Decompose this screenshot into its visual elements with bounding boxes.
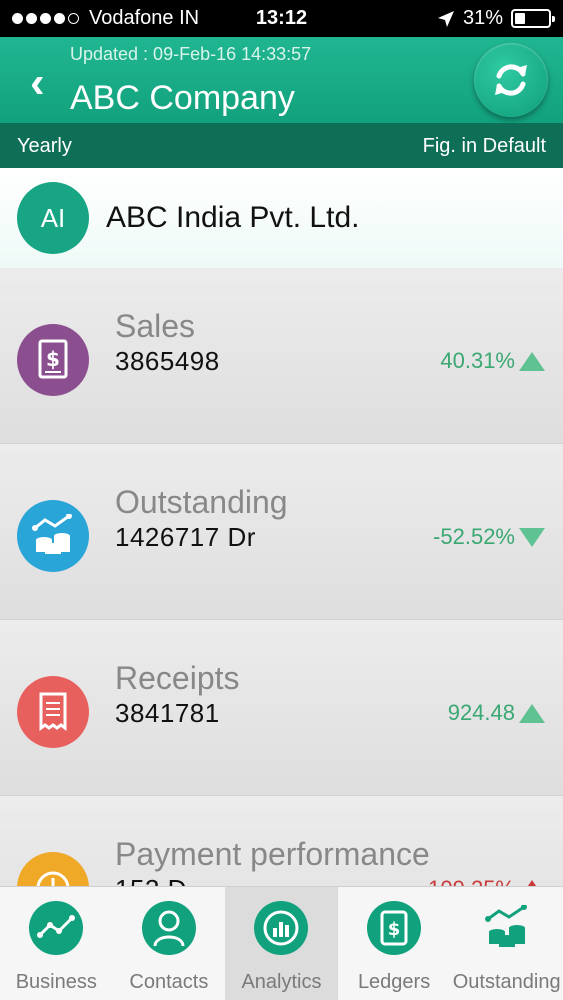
tab-label: Analytics xyxy=(241,971,322,993)
page-title: ABC Company xyxy=(70,79,295,117)
receipt-icon xyxy=(17,676,89,748)
metric-change: 40.31% xyxy=(440,348,545,374)
company-card[interactable]: AI ABC India Pvt. Ltd. xyxy=(0,168,563,268)
tab-label: Contacts xyxy=(129,971,209,993)
metric-label: Outstanding xyxy=(115,484,288,520)
ledger-dollar-icon: $ xyxy=(367,901,422,955)
refresh-button[interactable] xyxy=(474,43,548,117)
metric-label: Payment performance xyxy=(115,836,430,872)
svg-text:$: $ xyxy=(388,919,401,940)
metric-label: Receipts xyxy=(115,660,240,696)
location-arrow-icon xyxy=(437,10,454,27)
status-right: 31% xyxy=(437,7,555,30)
person-icon xyxy=(141,901,196,955)
chevron-left-icon[interactable]: ‹ xyxy=(30,61,45,105)
updated-timestamp: Updated : 09-Feb-16 14:33:57 xyxy=(70,44,312,64)
tab-label: Business xyxy=(15,971,97,993)
tab-business[interactable]: Business xyxy=(0,887,113,1000)
refresh-icon xyxy=(495,64,527,96)
trend-up-icon xyxy=(519,703,545,723)
tab-bar: Business Contacts Analytics $ Ledgers Ou… xyxy=(0,886,563,1000)
coins-stack-icon xyxy=(17,500,89,572)
tab-outstanding[interactable]: Outstanding xyxy=(450,887,563,1000)
metric-row-sales[interactable]: $ Sales 3865498 40.31% xyxy=(0,268,563,444)
battery-percent: 31% xyxy=(462,7,503,29)
metric-change: 924.48 xyxy=(448,700,545,726)
tab-analytics[interactable]: Analytics xyxy=(225,887,338,1000)
tab-label: Outstanding xyxy=(452,971,561,993)
battery-icon xyxy=(511,9,555,28)
change-value: 924.48 xyxy=(447,700,515,725)
metric-value: 3841781 xyxy=(115,698,220,728)
metric-value: 3865498 xyxy=(115,346,220,376)
svg-text:$: $ xyxy=(46,347,60,371)
bar-chart-icon xyxy=(254,901,309,955)
company-name: ABC India Pvt. Ltd. xyxy=(106,201,360,234)
tab-label: Ledgers xyxy=(357,971,431,993)
metric-change: -52.52% xyxy=(433,524,545,550)
trend-down-icon xyxy=(519,527,545,547)
metric-label: Sales xyxy=(115,308,196,344)
period-selector[interactable]: Yearly xyxy=(17,135,72,158)
screen: Vodafone IN 13:12 31% ‹ Updated : 09-Feb… xyxy=(0,0,563,1000)
tab-ledgers[interactable]: $ Ledgers xyxy=(338,887,451,1000)
metric-value: 1426717 Dr xyxy=(115,522,256,552)
figures-unit[interactable]: Fig. in Default xyxy=(423,135,546,158)
change-value: 40.31% xyxy=(440,348,515,373)
tab-contacts[interactable]: Contacts xyxy=(113,887,226,1000)
change-value: -52.52% xyxy=(433,524,515,549)
metric-row-receipts[interactable]: Receipts 3841781 924.48 xyxy=(0,620,563,796)
metric-row-outstanding[interactable]: Outstanding 1426717 Dr -52.52% xyxy=(0,444,563,620)
header: ‹ Updated : 09-Feb-16 14:33:57 ABC Compa… xyxy=(0,37,563,123)
line-chart-icon xyxy=(29,901,84,955)
invoice-dollar-icon: $ xyxy=(17,324,89,396)
filter-bar: Yearly Fig. in Default xyxy=(0,123,563,168)
status-bar: Vodafone IN 13:12 31% xyxy=(0,0,563,37)
company-avatar: AI xyxy=(17,182,89,254)
coins-stack-icon xyxy=(480,901,534,955)
trend-up-icon xyxy=(519,351,545,371)
